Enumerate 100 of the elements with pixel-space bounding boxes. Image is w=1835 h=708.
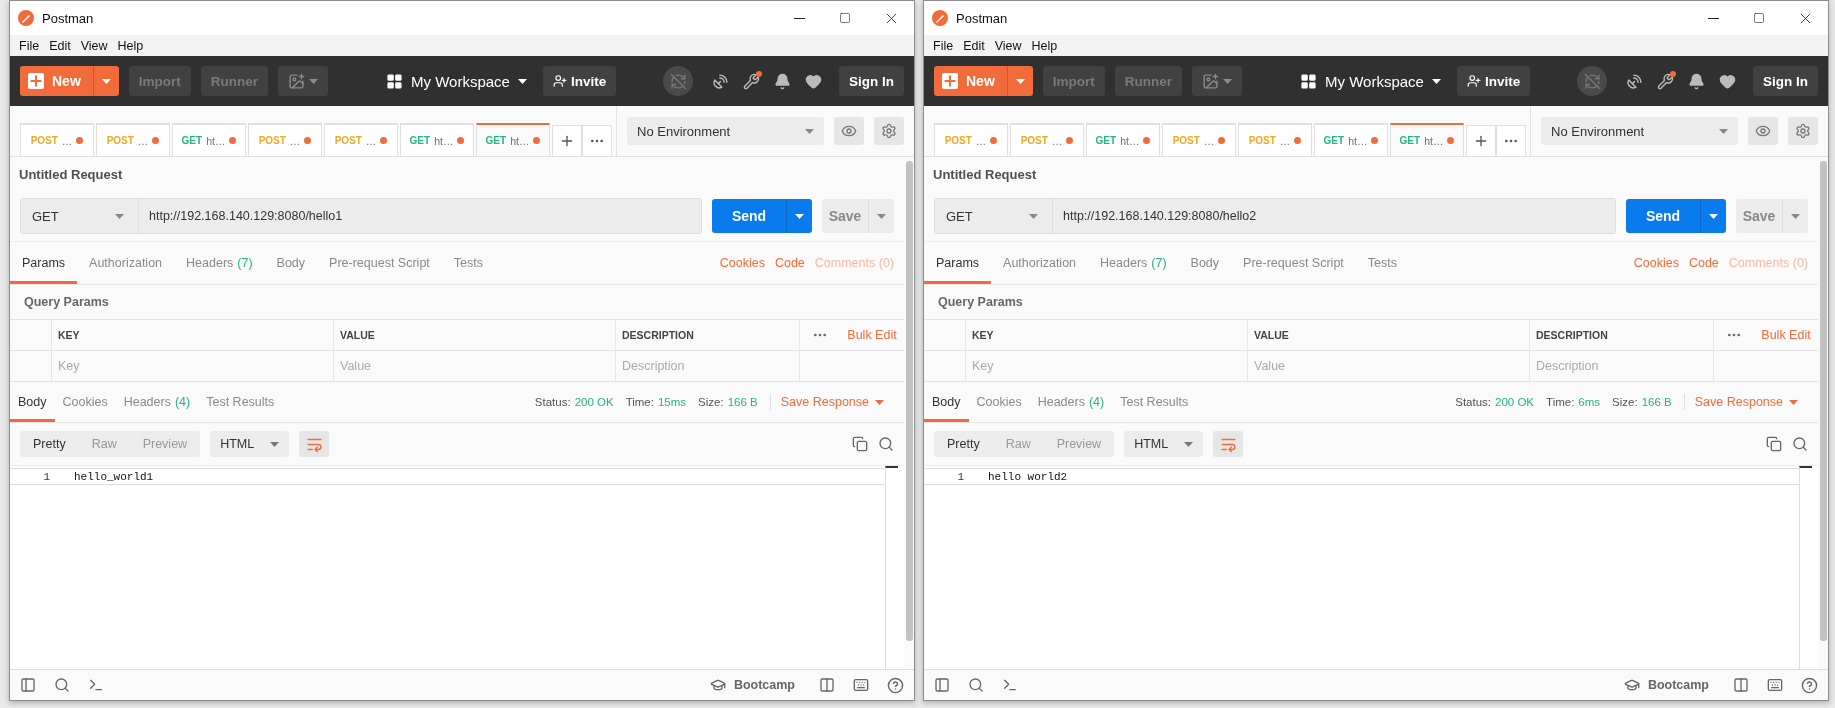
response-tab[interactable]: Cookies [968, 382, 1030, 422]
wrench-icon[interactable] [743, 72, 760, 90]
copy-icon[interactable] [1766, 436, 1782, 452]
request-tab[interactable]: POST … [1238, 123, 1312, 156]
heart-icon[interactable] [805, 72, 822, 90]
sign-in-button[interactable]: Sign In [1753, 66, 1818, 96]
param-field[interactable]: Value [1248, 351, 1530, 382]
help-icon[interactable] [1801, 676, 1818, 694]
new-tab-button[interactable] [1466, 125, 1496, 156]
new-button[interactable]: New [20, 66, 93, 96]
request-section-tab[interactable]: Params [924, 242, 992, 284]
response-tab[interactable]: Headers (4) [115, 382, 199, 422]
response-tab[interactable]: Test Results [1112, 382, 1197, 422]
bootcamp-button[interactable]: Bootcamp [703, 676, 801, 694]
param-field[interactable]: Description [1530, 351, 1714, 382]
menu-item[interactable]: View [75, 38, 113, 53]
param-field[interactable]: Key [52, 351, 334, 382]
request-tab[interactable]: GET ht… [1086, 123, 1160, 156]
bootcamp-button[interactable]: Bootcamp [1617, 676, 1715, 694]
keyboard-icon[interactable] [1767, 677, 1783, 693]
two-pane-icon[interactable] [1733, 677, 1749, 693]
format-select[interactable]: HTML [210, 431, 290, 457]
new-button[interactable]: New [934, 66, 1007, 96]
copy-icon[interactable] [852, 436, 868, 452]
param-field[interactable]: Value [334, 351, 616, 382]
request-link[interactable]: Code [1688, 256, 1719, 270]
sidebar-icon[interactable] [934, 677, 950, 693]
search-icon[interactable] [968, 677, 984, 693]
import-button[interactable]: Import [1042, 66, 1105, 96]
response-tab[interactable]: Headers (4) [1029, 382, 1113, 422]
wrench-icon[interactable] [1657, 72, 1674, 90]
invite-button[interactable]: Invite [1456, 66, 1531, 96]
environment-select[interactable]: No Environment [627, 117, 824, 145]
sidebar-icon[interactable] [20, 677, 36, 693]
request-tab[interactable]: GET ht… [476, 123, 550, 156]
search-icon[interactable] [54, 677, 70, 693]
menu-item[interactable]: Help [1026, 38, 1063, 53]
new-dropdown-button[interactable] [1006, 66, 1033, 96]
request-section-tab[interactable]: Body [264, 242, 318, 284]
search-icon[interactable] [1792, 436, 1808, 452]
new-tab-button[interactable] [552, 125, 582, 156]
view-mode-tab[interactable]: Raw [78, 431, 130, 457]
request-tab[interactable]: GET ht… [400, 123, 474, 156]
wrap-button[interactable] [299, 431, 330, 457]
terminal-icon[interactable] [88, 677, 104, 693]
help-icon[interactable] [887, 676, 904, 694]
bulk-edit-link[interactable]: Bulk Edit [1761, 328, 1811, 342]
bulk-edit-link[interactable]: Bulk Edit [847, 328, 897, 342]
menu-item[interactable]: View [989, 38, 1027, 53]
runner-button[interactable]: Runner [200, 66, 269, 96]
runner-button[interactable]: Runner [1114, 66, 1183, 96]
request-section-tab[interactable]: Tests [441, 242, 495, 284]
eye-button[interactable] [834, 117, 864, 145]
save-response-button[interactable]: Save Response [1683, 394, 1804, 410]
request-section-tab[interactable]: Authorization [991, 242, 1089, 284]
view-mode-tab[interactable]: Preview [129, 431, 201, 457]
request-section-tab[interactable]: Authorization [77, 242, 175, 284]
request-tab[interactable]: GET ht… [1390, 123, 1464, 156]
new-window-button[interactable] [1192, 66, 1243, 96]
request-section-tab[interactable]: Tests [1355, 242, 1409, 284]
import-button[interactable]: Import [128, 66, 191, 96]
request-section-tab[interactable]: Headers (7) [174, 242, 265, 284]
view-mode-tab[interactable]: Preview [1043, 431, 1115, 457]
menu-item[interactable]: Edit [958, 38, 990, 53]
request-tab[interactable]: POST … [1010, 123, 1084, 156]
settings-button[interactable] [1788, 117, 1818, 145]
environment-select[interactable]: No Environment [1541, 117, 1738, 145]
param-field[interactable]: Description [616, 351, 800, 382]
heart-icon[interactable] [1719, 72, 1736, 90]
request-section-tab[interactable]: Headers (7) [1088, 242, 1179, 284]
view-mode-tab[interactable]: Pretty [20, 431, 79, 457]
request-tab[interactable]: POST … [934, 123, 1008, 156]
workspace-selector[interactable]: My Workspace [380, 71, 533, 91]
bell-icon[interactable] [774, 72, 791, 90]
request-section-tab[interactable]: Pre-request Script [317, 242, 442, 284]
request-section-tab[interactable]: Body [1178, 242, 1232, 284]
scrollbar[interactable] [905, 161, 913, 641]
new-dropdown-button[interactable] [92, 66, 119, 96]
request-tab[interactable]: POST … [248, 123, 322, 156]
menu-item[interactable]: File [14, 38, 45, 53]
menu-item[interactable]: File [928, 38, 959, 53]
satellite-icon[interactable] [712, 72, 729, 90]
response-tab[interactable]: Test Results [198, 382, 283, 422]
request-section-tab[interactable]: Params [10, 242, 78, 284]
response-tab[interactable]: Body [10, 382, 55, 422]
eye-button[interactable] [1748, 117, 1778, 145]
satellite-icon[interactable] [1626, 72, 1643, 90]
param-field[interactable]: Key [966, 351, 1248, 382]
request-link[interactable]: Cookies [1633, 256, 1679, 270]
request-link[interactable]: Cookies [719, 256, 765, 270]
request-link[interactable]: Code [774, 256, 805, 270]
workspace-selector[interactable]: My Workspace [1294, 71, 1447, 91]
save-response-button[interactable]: Save Response [769, 394, 890, 410]
request-tab[interactable]: POST … [1162, 123, 1236, 156]
view-mode-tab[interactable]: Pretty [934, 431, 993, 457]
response-tab[interactable]: Body [924, 382, 969, 422]
scrollbar[interactable] [1819, 161, 1827, 641]
menu-item[interactable]: Edit [44, 38, 76, 53]
request-tab[interactable]: POST … [96, 123, 170, 156]
sync-off-button[interactable] [1577, 66, 1607, 96]
